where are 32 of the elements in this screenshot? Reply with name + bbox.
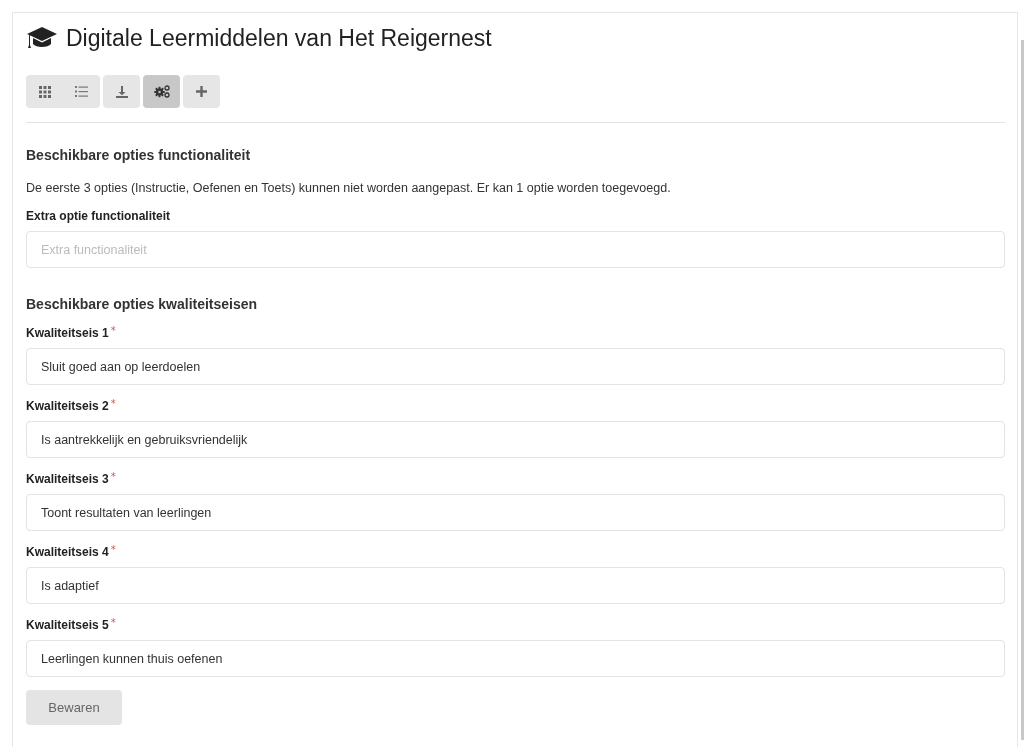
field-label: Kwaliteitseis 3 bbox=[26, 472, 109, 486]
field-label: Kwaliteitseis 5 bbox=[26, 618, 109, 632]
plus-icon bbox=[196, 86, 207, 97]
text-field[interactable]: Is adaptief bbox=[26, 567, 1005, 604]
graduation-cap-icon bbox=[26, 26, 58, 50]
text-field[interactable]: Is aantrekkelijk en gebruiksvriendelijk bbox=[26, 421, 1005, 458]
add-button[interactable] bbox=[183, 75, 220, 108]
required-asterisk: * bbox=[110, 472, 116, 482]
text-field[interactable]: Leerlingen kunnen thuis oefenen bbox=[26, 640, 1005, 677]
field-label: Kwaliteitseis 2 bbox=[26, 399, 109, 413]
list-icon bbox=[75, 86, 88, 97]
required-asterisk: * bbox=[110, 399, 116, 409]
text-field[interactable]: Sluit goed aan op leerdoelen bbox=[26, 348, 1005, 385]
field-label: Kwaliteitseis 4 bbox=[26, 545, 109, 559]
required-asterisk: * bbox=[110, 326, 116, 336]
page-title: Digitale Leermiddelen van Het Reigernest bbox=[66, 24, 492, 52]
section-description: De eerste 3 opties (Instructie, Oefenen en Toets) kunnen niet worden aangepast. Er kan 1 optie worden toegevoegd. bbox=[26, 181, 672, 195]
settings-icon bbox=[153, 85, 170, 98]
field-label: Extra optie functionaliteit bbox=[26, 209, 170, 223]
grid-icon bbox=[38, 85, 51, 98]
download-icon bbox=[115, 85, 128, 98]
required-asterisk: * bbox=[110, 545, 116, 555]
section-heading: Beschikbare opties functionaliteit bbox=[26, 147, 252, 163]
settings-button[interactable] bbox=[143, 75, 180, 108]
required-asterisk: * bbox=[110, 618, 116, 628]
field-label: Kwaliteitseis 1 bbox=[26, 326, 109, 340]
scrollbar[interactable] bbox=[1021, 40, 1024, 740]
text-field[interactable]: Toont resultaten van leerlingen bbox=[26, 494, 1005, 531]
text-field[interactable]: Extra functionaliteit bbox=[26, 231, 1005, 268]
download-button[interactable] bbox=[103, 75, 140, 108]
grid-button[interactable] bbox=[26, 75, 63, 108]
section-heading: Beschikbare opties kwaliteitseisen bbox=[26, 296, 259, 312]
